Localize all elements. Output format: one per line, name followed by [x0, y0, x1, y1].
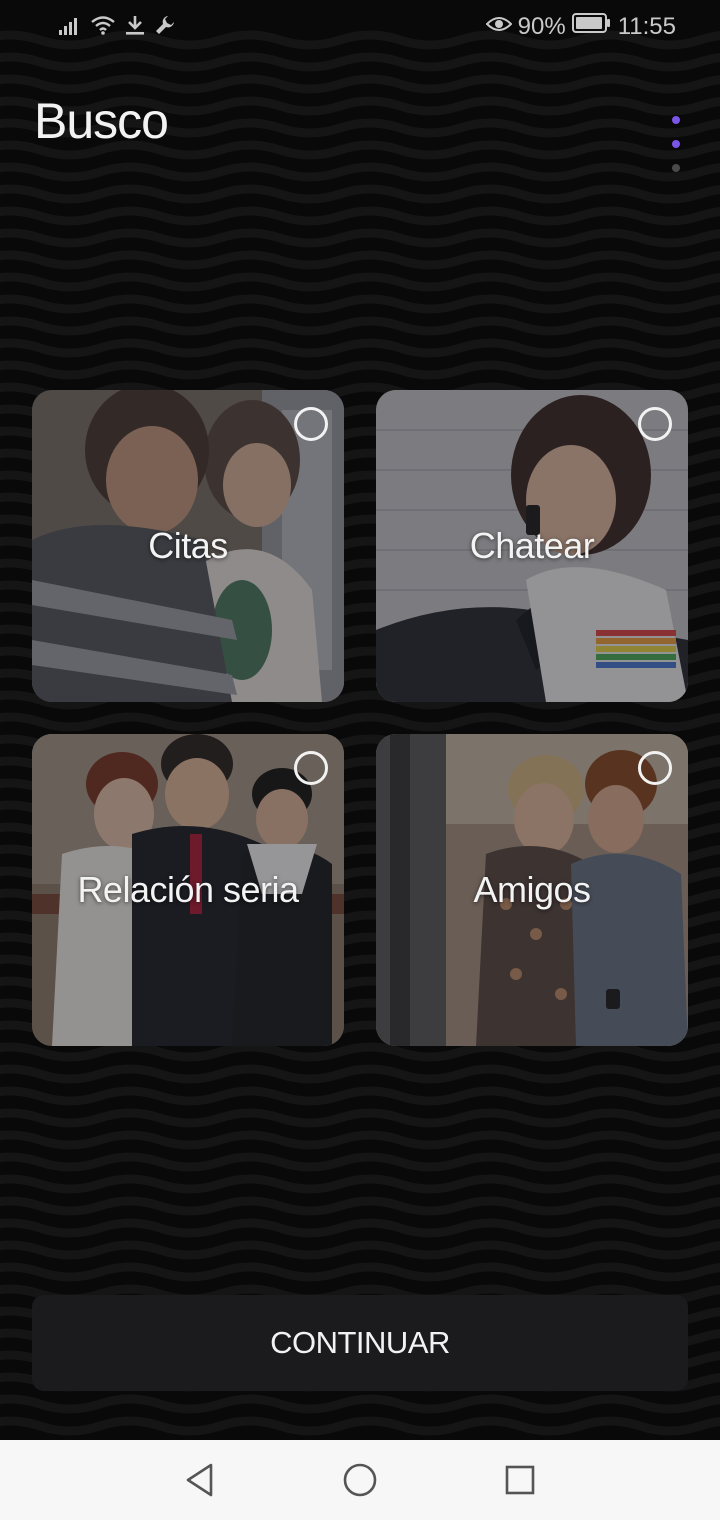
- page-title: Busco: [34, 93, 169, 149]
- wave-line: [0, 1042, 720, 1062]
- wave-line: [0, 206, 720, 226]
- battery-percent: 90%: [517, 13, 566, 40]
- wave-line: [0, 1130, 720, 1150]
- wave-line: [0, 52, 720, 72]
- eye-icon: [485, 12, 513, 42]
- wifi-icon: [90, 14, 116, 43]
- signal-icon: [58, 14, 82, 43]
- option-card-relacion-seria[interactable]: Relación seria: [32, 734, 344, 1046]
- option-label: Amigos: [473, 869, 591, 910]
- option-card-chatear[interactable]: Chatear: [376, 390, 688, 702]
- wave-line: [0, 712, 720, 732]
- wave-line: [0, 1262, 720, 1282]
- wave-line: [0, 360, 720, 380]
- wave-line: [0, 1218, 720, 1238]
- wave-line: [0, 228, 720, 248]
- wave-line: [0, 184, 720, 204]
- wave-line: [0, 1108, 720, 1128]
- wave-line: [0, 250, 720, 270]
- option-card-amigos[interactable]: Amigos: [376, 734, 688, 1046]
- recents-icon[interactable]: [500, 1460, 540, 1500]
- back-icon[interactable]: [180, 1460, 220, 1500]
- wave-line: [0, 1416, 720, 1436]
- status-icons-right: 90% 11:55: [485, 12, 676, 42]
- wave-line: [0, 1174, 720, 1194]
- step-dot-active: [672, 116, 680, 124]
- option-label: Relación seria: [77, 869, 299, 910]
- wave-line: [0, 74, 720, 94]
- clock: 11:55: [617, 13, 676, 40]
- wave-line: [0, 1086, 720, 1106]
- wave-line: [0, 1152, 720, 1172]
- wave-line: [0, 294, 720, 314]
- option-label: Chatear: [469, 525, 595, 566]
- option-card-citas[interactable]: Citas: [32, 390, 344, 702]
- wave-line: [0, 1064, 720, 1084]
- wrench-icon: [154, 14, 176, 43]
- navigation-bar: [0, 1440, 720, 1520]
- wave-line: [0, 162, 720, 182]
- wave-line: [0, 1196, 720, 1216]
- screen: 90% 11:55 Busco Citas Chatear Relación s…: [0, 0, 720, 1520]
- battery-icon: [571, 12, 612, 42]
- wave-line: [0, 338, 720, 358]
- wave-line: [0, 1240, 720, 1260]
- status-icons-left: [58, 14, 176, 43]
- step-dot-inactive: [672, 164, 680, 172]
- step-indicator: [670, 116, 682, 178]
- status-bar: 90% 11:55: [0, 0, 720, 56]
- wave-line: [0, 1394, 720, 1414]
- step-dot-active: [672, 140, 680, 148]
- download-icon: [124, 14, 146, 43]
- wave-background: [0, 30, 720, 1436]
- continue-button[interactable]: CONTINUAR: [32, 1295, 688, 1391]
- wave-line: [0, 272, 720, 292]
- home-icon[interactable]: [340, 1460, 380, 1500]
- wave-line: [0, 316, 720, 336]
- option-label: Citas: [148, 525, 228, 566]
